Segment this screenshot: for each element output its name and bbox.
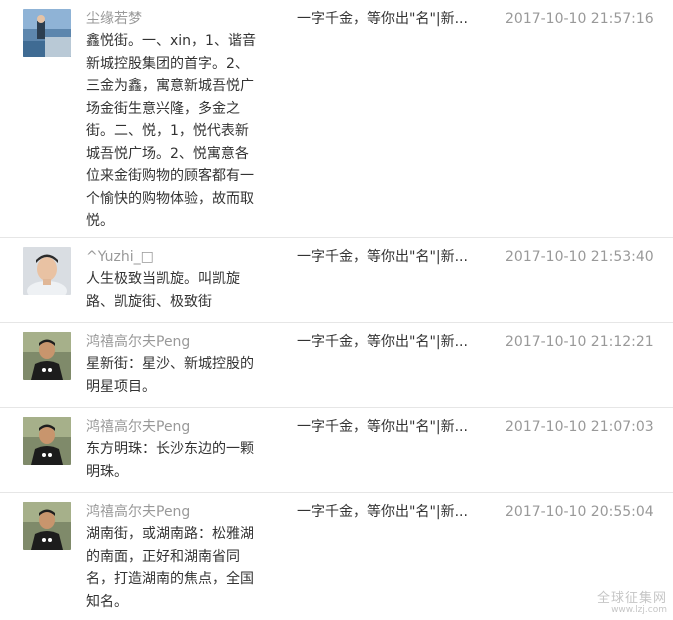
user-avatar[interactable]: [23, 9, 71, 57]
watermark-url: www.lzj.com: [611, 605, 667, 616]
user-avatar[interactable]: [23, 417, 71, 465]
comment-username[interactable]: 鸿禧高尔夫Peng: [86, 332, 190, 352]
comment-text: 人生极致当凯旋。叫凯旋 路、凯旋街、极致街: [86, 271, 240, 310]
comment-username[interactable]: 尘缘若梦: [86, 9, 142, 29]
comment-time: 2017-10-10 21:07:03: [505, 419, 654, 435]
comment-text: 鑫悦街。一、xin，1、谐音 新城控股集团的首字。2、 三金为鑫，寓意新城吾悦广…: [86, 33, 256, 229]
comment-text: 湖南街，或湖南路：松雅湖 的南面，正好和湖南省同 名，打造湖南的焦点，全国 知名…: [86, 526, 254, 610]
comment-row: 鸿禧高尔夫Peng 湖南街，或湖南路：松雅湖 的南面，正好和湖南省同 名，打造湖…: [0, 492, 673, 620]
comment-time: 2017-10-10 21:53:40: [505, 249, 654, 265]
site-watermark: 全球征集网 www.lzj.com: [596, 590, 667, 616]
user-avatar[interactable]: [23, 502, 71, 550]
comment-row: 尘缘若梦 鑫悦街。一、xin，1、谐音 新城控股集团的首字。2、 三金为鑫，寓意…: [0, 0, 673, 237]
comment-time: 2017-10-10 20:55:04: [505, 504, 654, 520]
comment-username[interactable]: 鸿禧高尔夫Peng: [86, 417, 190, 437]
comment-text: 星新街：星沙、新城控股的 明星项目。: [86, 356, 254, 395]
article-link[interactable]: 一字千金，等你出"名"|新...: [297, 332, 468, 352]
article-link[interactable]: 一字千金，等你出"名"|新...: [297, 417, 468, 437]
user-avatar[interactable]: [23, 332, 71, 380]
comment-username[interactable]: ^Yuzhi_□: [86, 247, 154, 267]
comment-username[interactable]: 鸿禧高尔夫Peng: [86, 502, 190, 522]
article-link[interactable]: 一字千金，等你出"名"|新...: [297, 247, 468, 267]
comment-row: 鸿禧高尔夫Peng 星新街：星沙、新城控股的 明星项目。 一字千金，等你出"名"…: [0, 322, 673, 407]
comment-row: 鸿禧高尔夫Peng 东方明珠：长沙东边的一颗 明珠。 一字千金，等你出"名"|新…: [0, 407, 673, 492]
comment-text: 东方明珠：长沙东边的一颗 明珠。: [86, 441, 254, 480]
user-avatar[interactable]: [23, 247, 71, 295]
watermark-title: 全球征集网: [596, 590, 667, 606]
comment-row: ^Yuzhi_□ 人生极致当凯旋。叫凯旋 路、凯旋街、极致街 一字千金，等你出"…: [0, 237, 673, 322]
article-link[interactable]: 一字千金，等你出"名"|新...: [297, 502, 468, 522]
comment-time: 2017-10-10 21:12:21: [505, 334, 654, 350]
article-link[interactable]: 一字千金，等你出"名"|新...: [297, 9, 468, 29]
comment-time: 2017-10-10 21:57:16: [505, 11, 654, 27]
